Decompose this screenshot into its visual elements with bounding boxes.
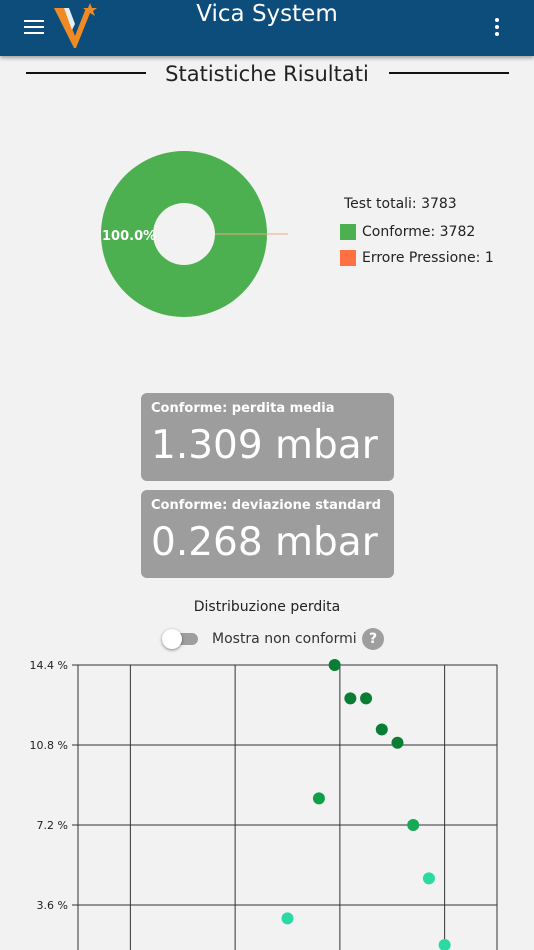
chart-frame — [77, 664, 498, 950]
legend-swatch-conforme — [340, 224, 356, 240]
total-tests-text: Test totali: 3783 — [344, 196, 457, 212]
show-nonconforming-label: Mostra non conformi — [212, 631, 357, 647]
distribution-scatter-chart: 14.4 % 10.8 % 7.2 % 3.6 % — [30, 659, 498, 950]
scatter-point-7 — [407, 819, 420, 831]
scatter-point-1 — [312, 792, 325, 805]
mean-loss-value: 1.309 mbar — [151, 423, 378, 468]
app-title: Vica System — [196, 1, 338, 27]
scatter-point-2 — [328, 659, 341, 671]
help-icon[interactable]: ? — [362, 628, 384, 650]
distribution-title: Distribuzione perdita — [193, 599, 341, 615]
legend-item-conforme: Conforme: 3782 — [340, 224, 494, 240]
app-bar: Vica System — [0, 0, 534, 56]
title-rule-right — [389, 72, 509, 74]
legend-swatch-errore — [340, 250, 356, 266]
scatter-point-0 — [281, 912, 294, 925]
mean-loss-card: Conforme: perdita media 1.309 mbar — [141, 393, 394, 481]
std-dev-card: Conforme: deviazione standard 0.268 mbar — [141, 490, 394, 578]
std-dev-label: Conforme: deviazione standard — [151, 498, 381, 513]
section-title: Statistiche Risultati — [165, 62, 369, 86]
y-tick-label: 7.2 % — [37, 819, 68, 832]
y-tick-label: 3.6 % — [37, 899, 68, 912]
legend-label-errore: Errore Pressione: 1 — [362, 250, 494, 266]
legend-item-errore: Errore Pressione: 1 — [340, 250, 494, 266]
show-nonconforming-toggle[interactable] — [162, 629, 198, 649]
pie-percent-label: 100.0% — [102, 229, 156, 244]
mean-loss-label: Conforme: perdita media — [151, 401, 335, 416]
scatter-point-5 — [375, 723, 388, 736]
legend-label-conforme: Conforme: 3782 — [362, 224, 476, 240]
scatter-point-4 — [360, 692, 373, 705]
y-tick-label: 14.4 % — [30, 659, 68, 672]
scatter-point-3 — [344, 692, 357, 705]
y-tick-label: 10.8 % — [30, 739, 68, 752]
scatter-point-9 — [438, 939, 451, 950]
scatter-point-8 — [422, 872, 435, 885]
more-options-icon[interactable] — [494, 18, 500, 36]
pie-legend: Test totali: 3783 Conforme: 3782 Errore … — [340, 196, 494, 276]
toggle-thumb — [162, 629, 182, 649]
scatter-point-6 — [391, 736, 404, 749]
std-dev-value: 0.268 mbar — [151, 520, 378, 565]
